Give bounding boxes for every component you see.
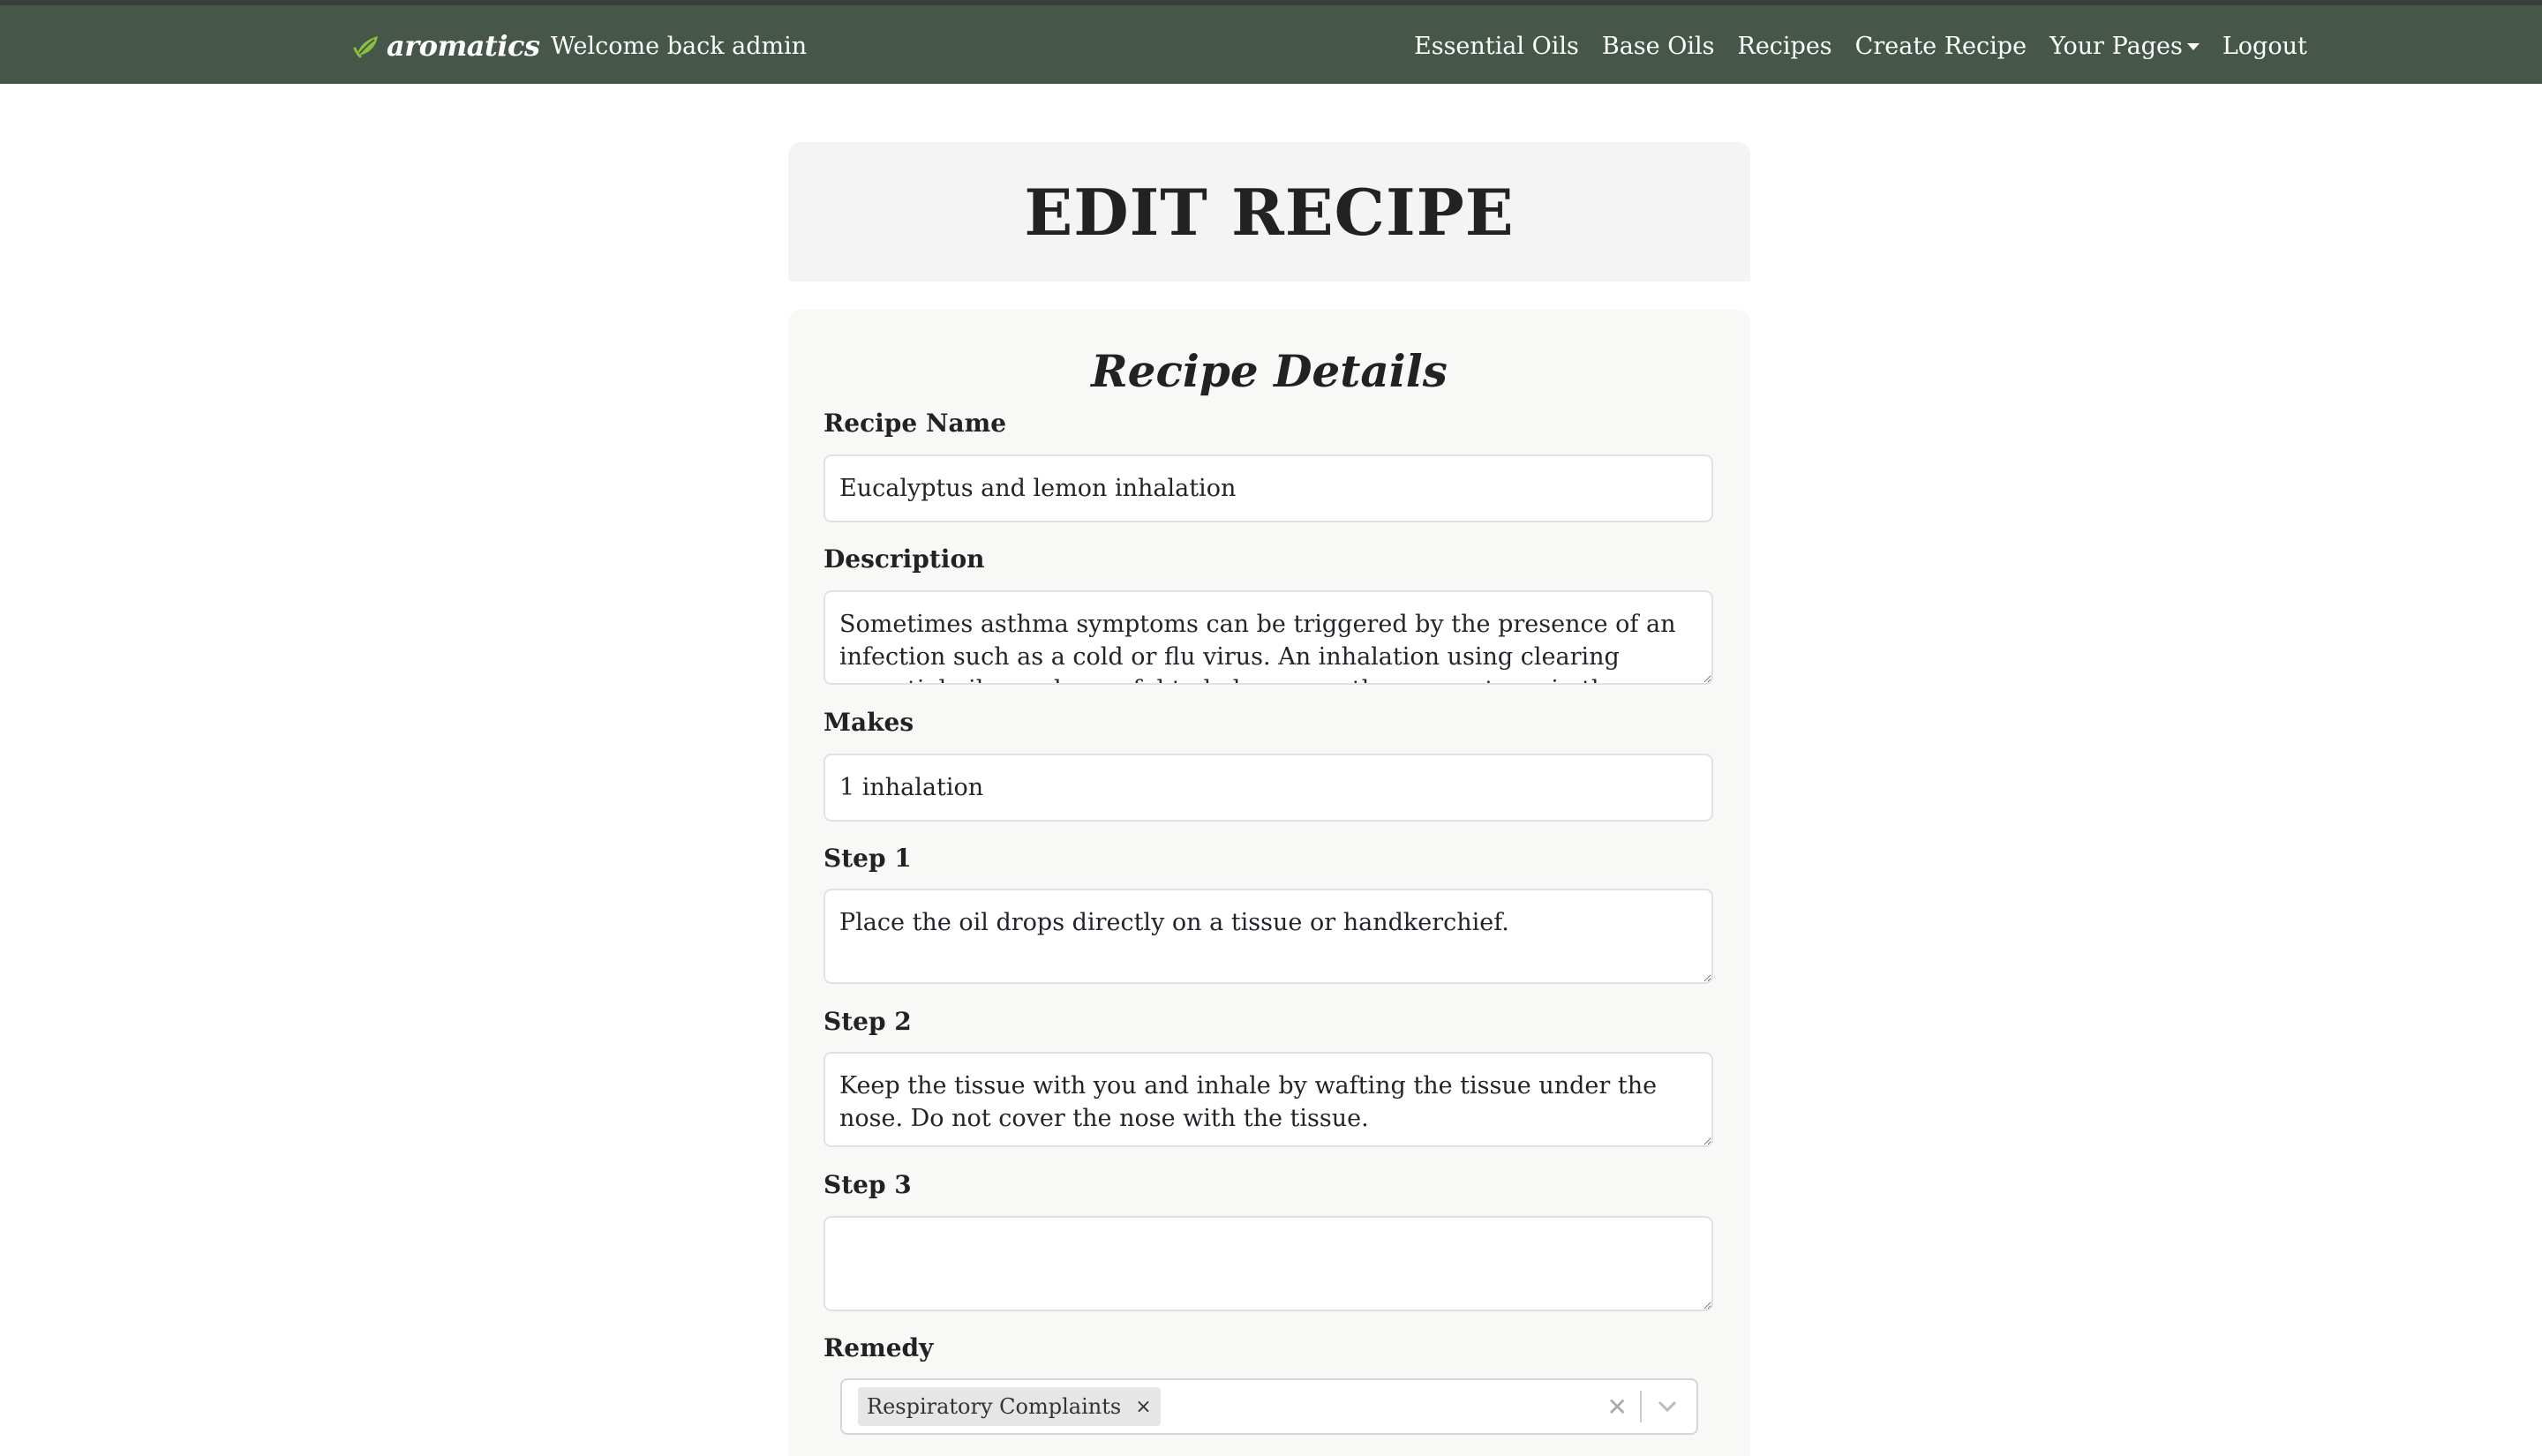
chevron-down-icon[interactable]: [1642, 1400, 1684, 1413]
nav-recipes[interactable]: Recipes: [1737, 33, 1831, 60]
navbar: aromatics Welcome back admin Essential O…: [0, 5, 2542, 84]
chip-remove-icon[interactable]: ×: [1130, 1396, 1160, 1418]
nav-create-recipe[interactable]: Create Recipe: [1855, 33, 2027, 60]
remedy-chip: Respiratory Complaints ×: [858, 1387, 1161, 1426]
nav-essential-oils[interactable]: Essential Oils: [1414, 33, 1579, 60]
step1-textarea[interactable]: Place the oil drops directly on a tissue…: [824, 889, 1713, 984]
recipe-form: Recipe Details Recipe Name Description S…: [788, 310, 1750, 1456]
page-title: EDIT RECIPE: [1024, 174, 1515, 250]
step1-label: Step 1: [824, 844, 912, 873]
brand-name: aromatics: [387, 29, 540, 63]
remedy-chip-label: Respiratory Complaints: [867, 1394, 1122, 1419]
welcome-message: Welcome back admin: [551, 32, 808, 60]
makes-input[interactable]: [824, 754, 1713, 822]
nav-links: Essential Oils Base Oils Recipes Create …: [1414, 25, 2307, 67]
step2-textarea[interactable]: Keep the tissue with you and inhale by w…: [824, 1052, 1713, 1147]
step2-label: Step 2: [824, 1007, 912, 1036]
page-title-card: EDIT RECIPE: [788, 142, 1750, 281]
clear-icon[interactable]: ✕: [1595, 1392, 1640, 1422]
nav-logout[interactable]: Logout: [2222, 33, 2307, 60]
recipe-name-input[interactable]: [824, 454, 1713, 522]
select-indicators: ✕: [1595, 1380, 1696, 1433]
brand-logo[interactable]: aromatics: [351, 25, 540, 67]
step3-textarea[interactable]: [824, 1216, 1713, 1311]
recipe-name-label: Recipe Name: [824, 409, 1007, 438]
description-textarea[interactable]: Sometimes asthma symptoms can be trigger…: [824, 590, 1713, 685]
makes-label: Makes: [824, 708, 914, 737]
nav-your-pages-dropdown[interactable]: Your Pages: [2049, 33, 2200, 60]
remedy-multiselect[interactable]: Respiratory Complaints × ✕: [840, 1378, 1698, 1435]
form-heading: Recipe Details: [1091, 345, 1448, 397]
nav-your-pages-label: Your Pages: [2049, 32, 2183, 60]
step3-label: Step 3: [824, 1170, 912, 1199]
description-label: Description: [824, 544, 985, 574]
leaf-icon: [353, 36, 378, 58]
nav-base-oils[interactable]: Base Oils: [1602, 33, 1715, 60]
caret-down-icon: [2186, 43, 2200, 50]
remedy-label: Remedy: [824, 1333, 934, 1362]
